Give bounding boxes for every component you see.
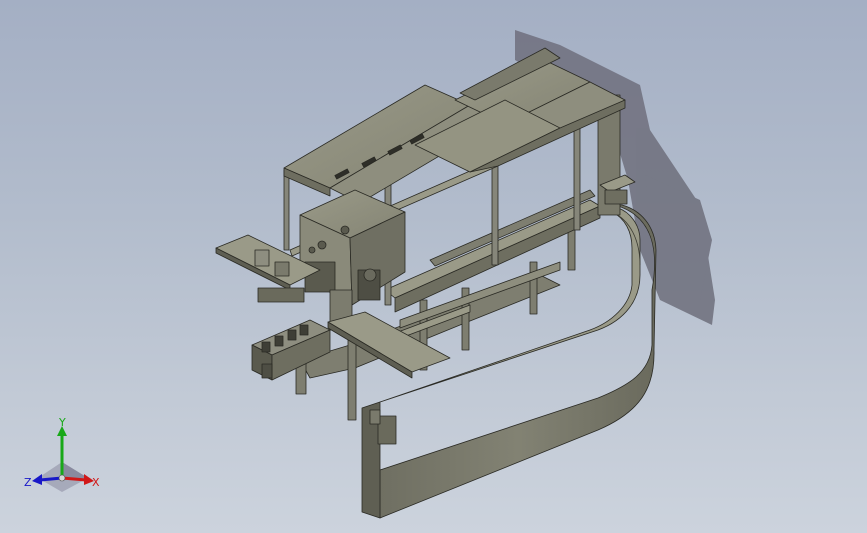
x-axis-line bbox=[61, 476, 87, 482]
z-axis-line bbox=[39, 476, 63, 482]
machine-assembly-model[interactable] bbox=[215, 47, 657, 519]
x-axis-label: X bbox=[92, 476, 100, 489]
y-axis-label: Y bbox=[58, 418, 66, 429]
view-orientation-triad[interactable]: Y X Z bbox=[22, 418, 108, 498]
triad-origin bbox=[58, 474, 66, 482]
z-axis-arrow bbox=[32, 474, 42, 485]
z-axis-label: Z bbox=[24, 476, 32, 489]
head-unit bbox=[299, 189, 406, 331]
3d-model-viewport[interactable] bbox=[0, 0, 867, 533]
